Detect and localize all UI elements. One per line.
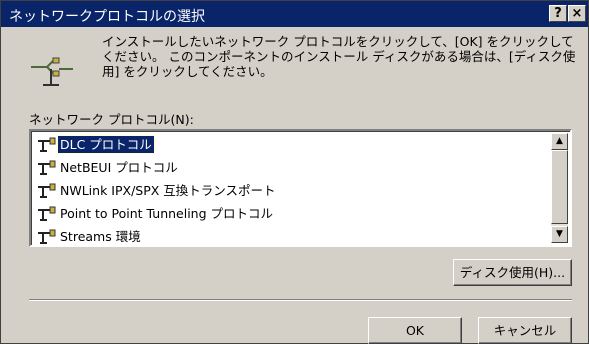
network-protocol-icon [31,57,73,86]
close-button[interactable]: × [568,5,586,22]
cancel-button[interactable]: キャンセル [478,317,572,344]
list-item-label: Streams 環境 [60,229,141,244]
protocol-list-label: ネットワーク プロトコル(N): [29,112,194,127]
list-item-label: Point to Point Tunneling プロトコル [60,206,274,221]
title-bar[interactable]: ネットワークプロトコルの選択 ? × [1,1,588,27]
scroll-down-button[interactable]: ▼ [551,226,568,243]
protocol-select-dialog: ネットワークプロトコルの選択 ? × インストールしたいネットワーク プロトコル… [0,0,589,344]
window-title: ネットワークプロトコルの選択 [9,9,205,25]
network-protocol-icon [38,137,56,152]
ok-button[interactable]: OK [368,317,462,344]
network-protocol-icon [38,183,56,198]
have-disk-button[interactable]: ディスク使用(H)... [453,259,572,286]
list-item[interactable]: NetBEUI プロトコル [33,157,551,180]
list-item[interactable]: NWLink IPX/SPX 互換トランスポート [33,180,551,203]
list-item-label: NWLink IPX/SPX 互換トランスポート [60,183,276,198]
vertical-scrollbar[interactable]: ▲ ▼ [551,133,568,243]
network-protocol-icon [38,206,56,221]
network-protocol-icon [38,160,56,175]
scroll-up-button[interactable]: ▲ [551,133,568,150]
list-item[interactable]: Streams 環境 [33,226,551,249]
info-text: インストールしたいネットワーク プロトコルをクリックして、[OK] をクリックし… [102,34,576,79]
help-button[interactable]: ? [549,5,567,22]
network-protocol-icon [38,229,56,244]
list-item-label: DLC プロトコル [57,135,155,154]
list-item-label: NetBEUI プロトコル [60,160,178,175]
separator [29,299,572,301]
list-item[interactable]: DLC プロトコル [33,134,551,157]
list-item[interactable]: Point to Point Tunneling プロトコル [33,203,551,226]
scroll-thumb[interactable] [551,150,568,224]
protocol-listbox[interactable]: DLC プロトコル NetBEUI プロトコル NWLink IPX/SPX 互… [29,129,572,247]
